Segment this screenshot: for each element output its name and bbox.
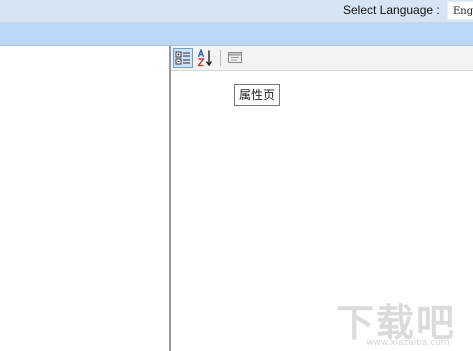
language-bar: Select Language : English — [0, 0, 473, 22]
categorized-icon — [175, 51, 190, 65]
alphabetical-button[interactable] — [196, 48, 216, 68]
left-panel — [0, 46, 169, 351]
property-pages-icon — [228, 52, 242, 63]
language-dropdown[interactable]: English — [447, 1, 473, 20]
blue-header-bar — [0, 23, 473, 45]
toolbar-separator — [220, 50, 221, 66]
property-pages-tooltip: 属性页 — [234, 84, 281, 106]
watermark-url: www.xiazaiba.com — [366, 338, 450, 348]
select-language-label: Select Language : — [343, 3, 440, 17]
site-watermark: 下载吧 www.xiazaiba.com — [336, 292, 470, 348]
property-pages-button[interactable] — [226, 48, 246, 68]
sort-alphabetical-icon — [197, 49, 213, 67]
property-grid-toolbar — [171, 46, 473, 71]
categorized-button[interactable] — [173, 48, 193, 68]
